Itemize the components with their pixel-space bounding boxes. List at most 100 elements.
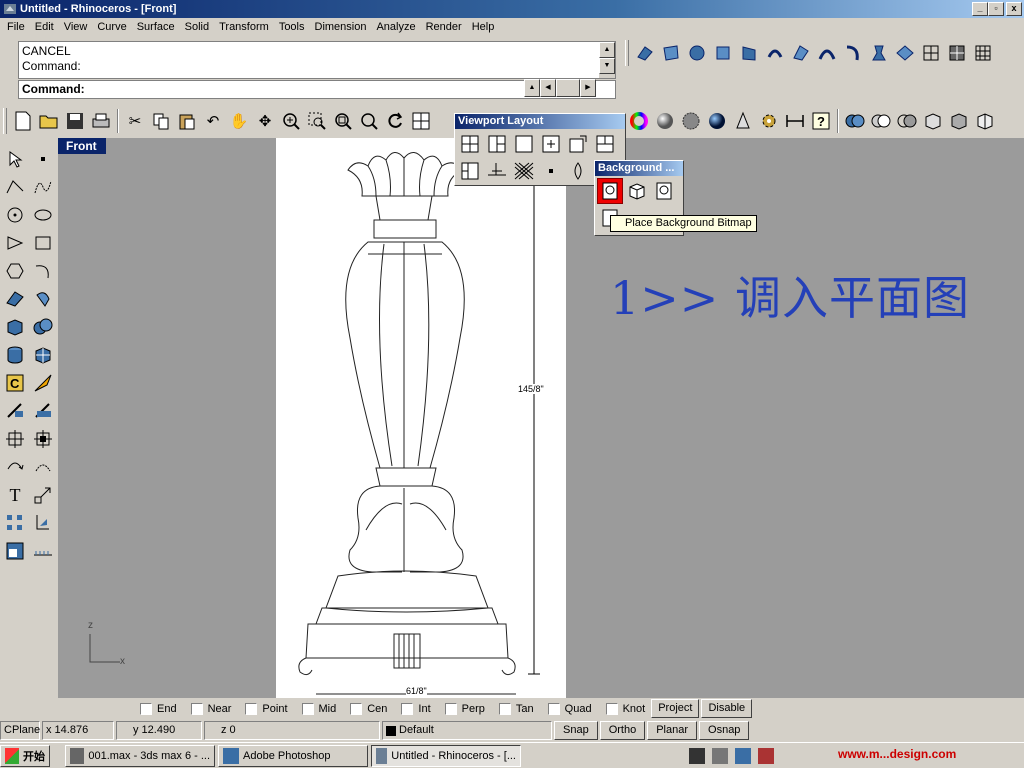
background-panel-title[interactable]: Background ...: [595, 161, 683, 176]
viewport-front[interactable]: Front 145/8" 61/8" 1>> 调入平面图 z x: [58, 138, 1024, 698]
curve-icon[interactable]: [30, 174, 56, 200]
hide-background-icon[interactable]: [651, 178, 677, 204]
small-point-icon[interactable]: [538, 158, 564, 184]
tray-network-icon[interactable]: [712, 747, 728, 764]
array-icon[interactable]: [2, 510, 28, 536]
spotlight-icon[interactable]: [730, 108, 756, 134]
osnap-int-checkbox[interactable]: [401, 702, 414, 715]
analyze-direction-icon[interactable]: [30, 370, 56, 396]
surface-drape-icon[interactable]: [892, 40, 918, 66]
rotate-view-icon[interactable]: ✥: [252, 108, 278, 134]
rendered-sphere-icon[interactable]: [678, 108, 704, 134]
grid-pattern-icon[interactable]: [511, 158, 537, 184]
osnap-point-checkbox[interactable]: [245, 702, 258, 715]
scroll-right-button[interactable]: ▶: [580, 79, 596, 97]
three-views-icon[interactable]: [457, 158, 483, 184]
osnap-point[interactable]: Point: [245, 702, 288, 715]
osnap-project-button[interactable]: Project: [651, 699, 700, 718]
surface-edge-icon[interactable]: [658, 40, 684, 66]
menu-edit[interactable]: Edit: [30, 18, 59, 37]
osnap-end-checkbox[interactable]: [140, 702, 152, 715]
save-icon[interactable]: [62, 108, 88, 134]
undo-icon[interactable]: ↶: [200, 108, 226, 134]
move-background-icon[interactable]: [624, 178, 650, 204]
arc-icon[interactable]: [30, 258, 56, 284]
menu-render[interactable]: Render: [421, 18, 467, 37]
osnap-int[interactable]: Int: [401, 702, 431, 715]
osnap-cen-checkbox[interactable]: [350, 702, 363, 715]
osnap-quad-checkbox[interactable]: [547, 702, 560, 715]
single-view-icon[interactable]: [511, 131, 537, 157]
new-floating-view-icon[interactable]: [565, 131, 591, 157]
open-folder-icon[interactable]: [36, 108, 62, 134]
menu-help[interactable]: Help: [467, 18, 500, 37]
move-icon[interactable]: [2, 426, 28, 452]
split-icon[interactable]: [2, 398, 28, 424]
maximize-view-icon[interactable]: [538, 131, 564, 157]
box-split-icon[interactable]: [972, 108, 998, 134]
menu-analyze[interactable]: Analyze: [371, 18, 420, 37]
snap-button[interactable]: Snap: [554, 721, 598, 740]
tray-stack-icon[interactable]: [758, 747, 774, 764]
rotate-icon[interactable]: [2, 454, 28, 480]
scroll-left-button[interactable]: ◀: [540, 79, 556, 97]
circle-icon[interactable]: [2, 202, 28, 228]
surface-sweep2-icon[interactable]: [814, 40, 840, 66]
orient-icon[interactable]: [30, 510, 56, 536]
print-icon[interactable]: [88, 108, 114, 134]
tray-app-icon[interactable]: [689, 747, 705, 764]
boolean-union-icon[interactable]: [842, 108, 868, 134]
layer-field[interactable]: Default: [382, 721, 552, 740]
bend-icon[interactable]: [30, 454, 56, 480]
boolean-difference-icon[interactable]: [868, 108, 894, 134]
render-icon[interactable]: [704, 108, 730, 134]
menu-transform[interactable]: Transform: [214, 18, 274, 37]
point-icon[interactable]: [30, 146, 56, 172]
menu-file[interactable]: File: [2, 18, 30, 37]
menu-solid[interactable]: Solid: [180, 18, 214, 37]
mesh-box-icon[interactable]: [30, 342, 56, 368]
hatch-icon[interactable]: [30, 538, 56, 564]
layer-window-icon[interactable]: [2, 538, 28, 564]
surface-mesh-icon[interactable]: [970, 40, 996, 66]
surface-from-points-icon[interactable]: [2, 286, 28, 312]
revolve-surface-icon[interactable]: [30, 286, 56, 312]
osnap-knot[interactable]: Knot: [605, 702, 645, 715]
ortho-button[interactable]: Ortho: [599, 721, 646, 740]
menu-view[interactable]: View: [59, 18, 93, 37]
restore-button[interactable]: ▫: [988, 2, 1004, 16]
trim-icon[interactable]: [30, 398, 56, 424]
viewport-layout-title[interactable]: Viewport Layout: [455, 114, 625, 129]
surface-sweep1-icon[interactable]: [788, 40, 814, 66]
scroll-up-button[interactable]: ▲: [599, 42, 615, 58]
zoom-dynamic-icon[interactable]: [278, 108, 304, 134]
cplane-icon[interactable]: [484, 158, 510, 184]
planar-button[interactable]: Planar: [647, 721, 698, 740]
task-photoshop[interactable]: Adobe Photoshop: [218, 744, 368, 767]
task-3dsmax[interactable]: 001.max - 3ds max 6 - ...: [65, 744, 215, 767]
undo-view-icon[interactable]: [382, 108, 408, 134]
polygon-icon[interactable]: [2, 230, 28, 256]
dimension-icon[interactable]: [782, 108, 808, 134]
surface-grid-icon[interactable]: [918, 40, 944, 66]
osnap-near-checkbox[interactable]: [190, 702, 203, 715]
scroll-down-button[interactable]: ▼: [599, 58, 615, 74]
split-vertical-icon[interactable]: [484, 131, 510, 157]
osnap-tan-checkbox[interactable]: [498, 702, 511, 715]
osnap-end[interactable]: End: [140, 702, 177, 715]
curve-from-object-icon[interactable]: C: [2, 370, 28, 396]
diamond-view-icon[interactable]: [565, 158, 591, 184]
osnap-knot-checkbox[interactable]: [605, 702, 618, 715]
cylinder-icon[interactable]: [2, 342, 28, 368]
menu-curve[interactable]: Curve: [92, 18, 131, 37]
osnap-cen[interactable]: Cen: [350, 702, 387, 715]
osnap-button[interactable]: Osnap: [699, 721, 750, 740]
color-wheel-icon[interactable]: [626, 108, 652, 134]
zoom-selected-icon[interactable]: [356, 108, 382, 134]
help-icon[interactable]: ?: [808, 108, 834, 134]
four-viewports-icon[interactable]: [408, 108, 434, 134]
gear-icon[interactable]: [756, 108, 782, 134]
surface-corner-icon[interactable]: [632, 40, 658, 66]
pan-hand-icon[interactable]: ✋: [226, 108, 252, 134]
polyline-icon[interactable]: [2, 174, 28, 200]
